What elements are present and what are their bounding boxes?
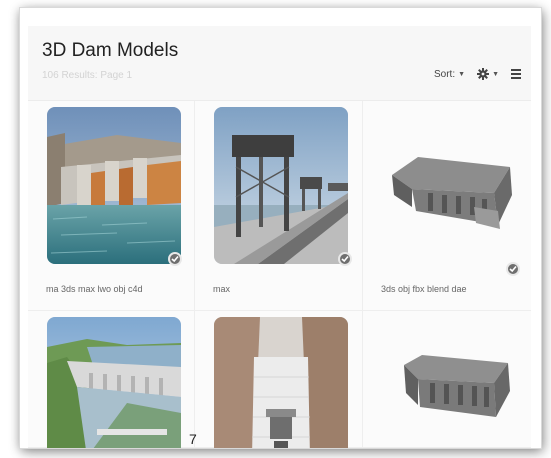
model-card[interactable]: ma 3ds max lwo obj c4d: [28, 101, 195, 311]
dam-block-image: [404, 355, 510, 417]
caret-down-icon: ▼: [492, 70, 499, 78]
results-header: 3D Dam Models 106 Results: Page 1 Sort: …: [28, 26, 531, 101]
model-card[interactable]: [28, 311, 195, 448]
dam-tower-image: [214, 107, 348, 264]
verified-badge-icon: [506, 262, 520, 276]
page-number: 7: [189, 431, 197, 447]
model-card[interactable]: max: [195, 101, 363, 311]
toolbar: Sort: ▼ ▼: [434, 68, 521, 80]
model-card[interactable]: 3ds obj fbx blend dae: [363, 101, 531, 311]
verified-badge-icon: [338, 252, 352, 266]
list-view-icon[interactable]: [511, 69, 521, 79]
page-title: 3D Dam Models: [42, 40, 179, 61]
sort-dropdown[interactable]: Sort: ▼: [434, 69, 465, 80]
model-card[interactable]: [363, 311, 531, 448]
results-count: 106 Results: Page 1: [42, 70, 133, 81]
model-formats: 3ds obj fbx blend dae: [381, 284, 467, 294]
dam-spillway-image: [47, 107, 181, 264]
model-results-panel: 3D Dam Models 106 Results: Page 1 Sort: …: [20, 8, 541, 448]
model-thumbnail[interactable]: [382, 107, 516, 264]
dam-interior-image: [214, 317, 348, 448]
model-thumbnail[interactable]: [214, 317, 348, 448]
verified-badge-icon: [168, 252, 182, 266]
gear-icon: [477, 68, 490, 80]
model-thumbnail[interactable]: [214, 107, 348, 264]
dam-block-image: [392, 157, 512, 229]
dam-aerial-image: [47, 317, 181, 448]
model-formats: max: [213, 284, 231, 294]
model-card[interactable]: [195, 311, 363, 448]
model-thumbnail[interactable]: [47, 107, 181, 264]
settings-dropdown[interactable]: ▼: [477, 68, 499, 80]
model-formats: ma 3ds max lwo obj c4d: [46, 284, 143, 294]
model-thumbnail[interactable]: [47, 317, 181, 448]
caret-down-icon: ▼: [458, 70, 466, 78]
model-grid: ma 3ds max lwo obj c4d max 3ds obj fbx b…: [28, 101, 531, 448]
sort-label: Sort:: [434, 68, 456, 80]
model-thumbnail[interactable]: [382, 317, 516, 448]
